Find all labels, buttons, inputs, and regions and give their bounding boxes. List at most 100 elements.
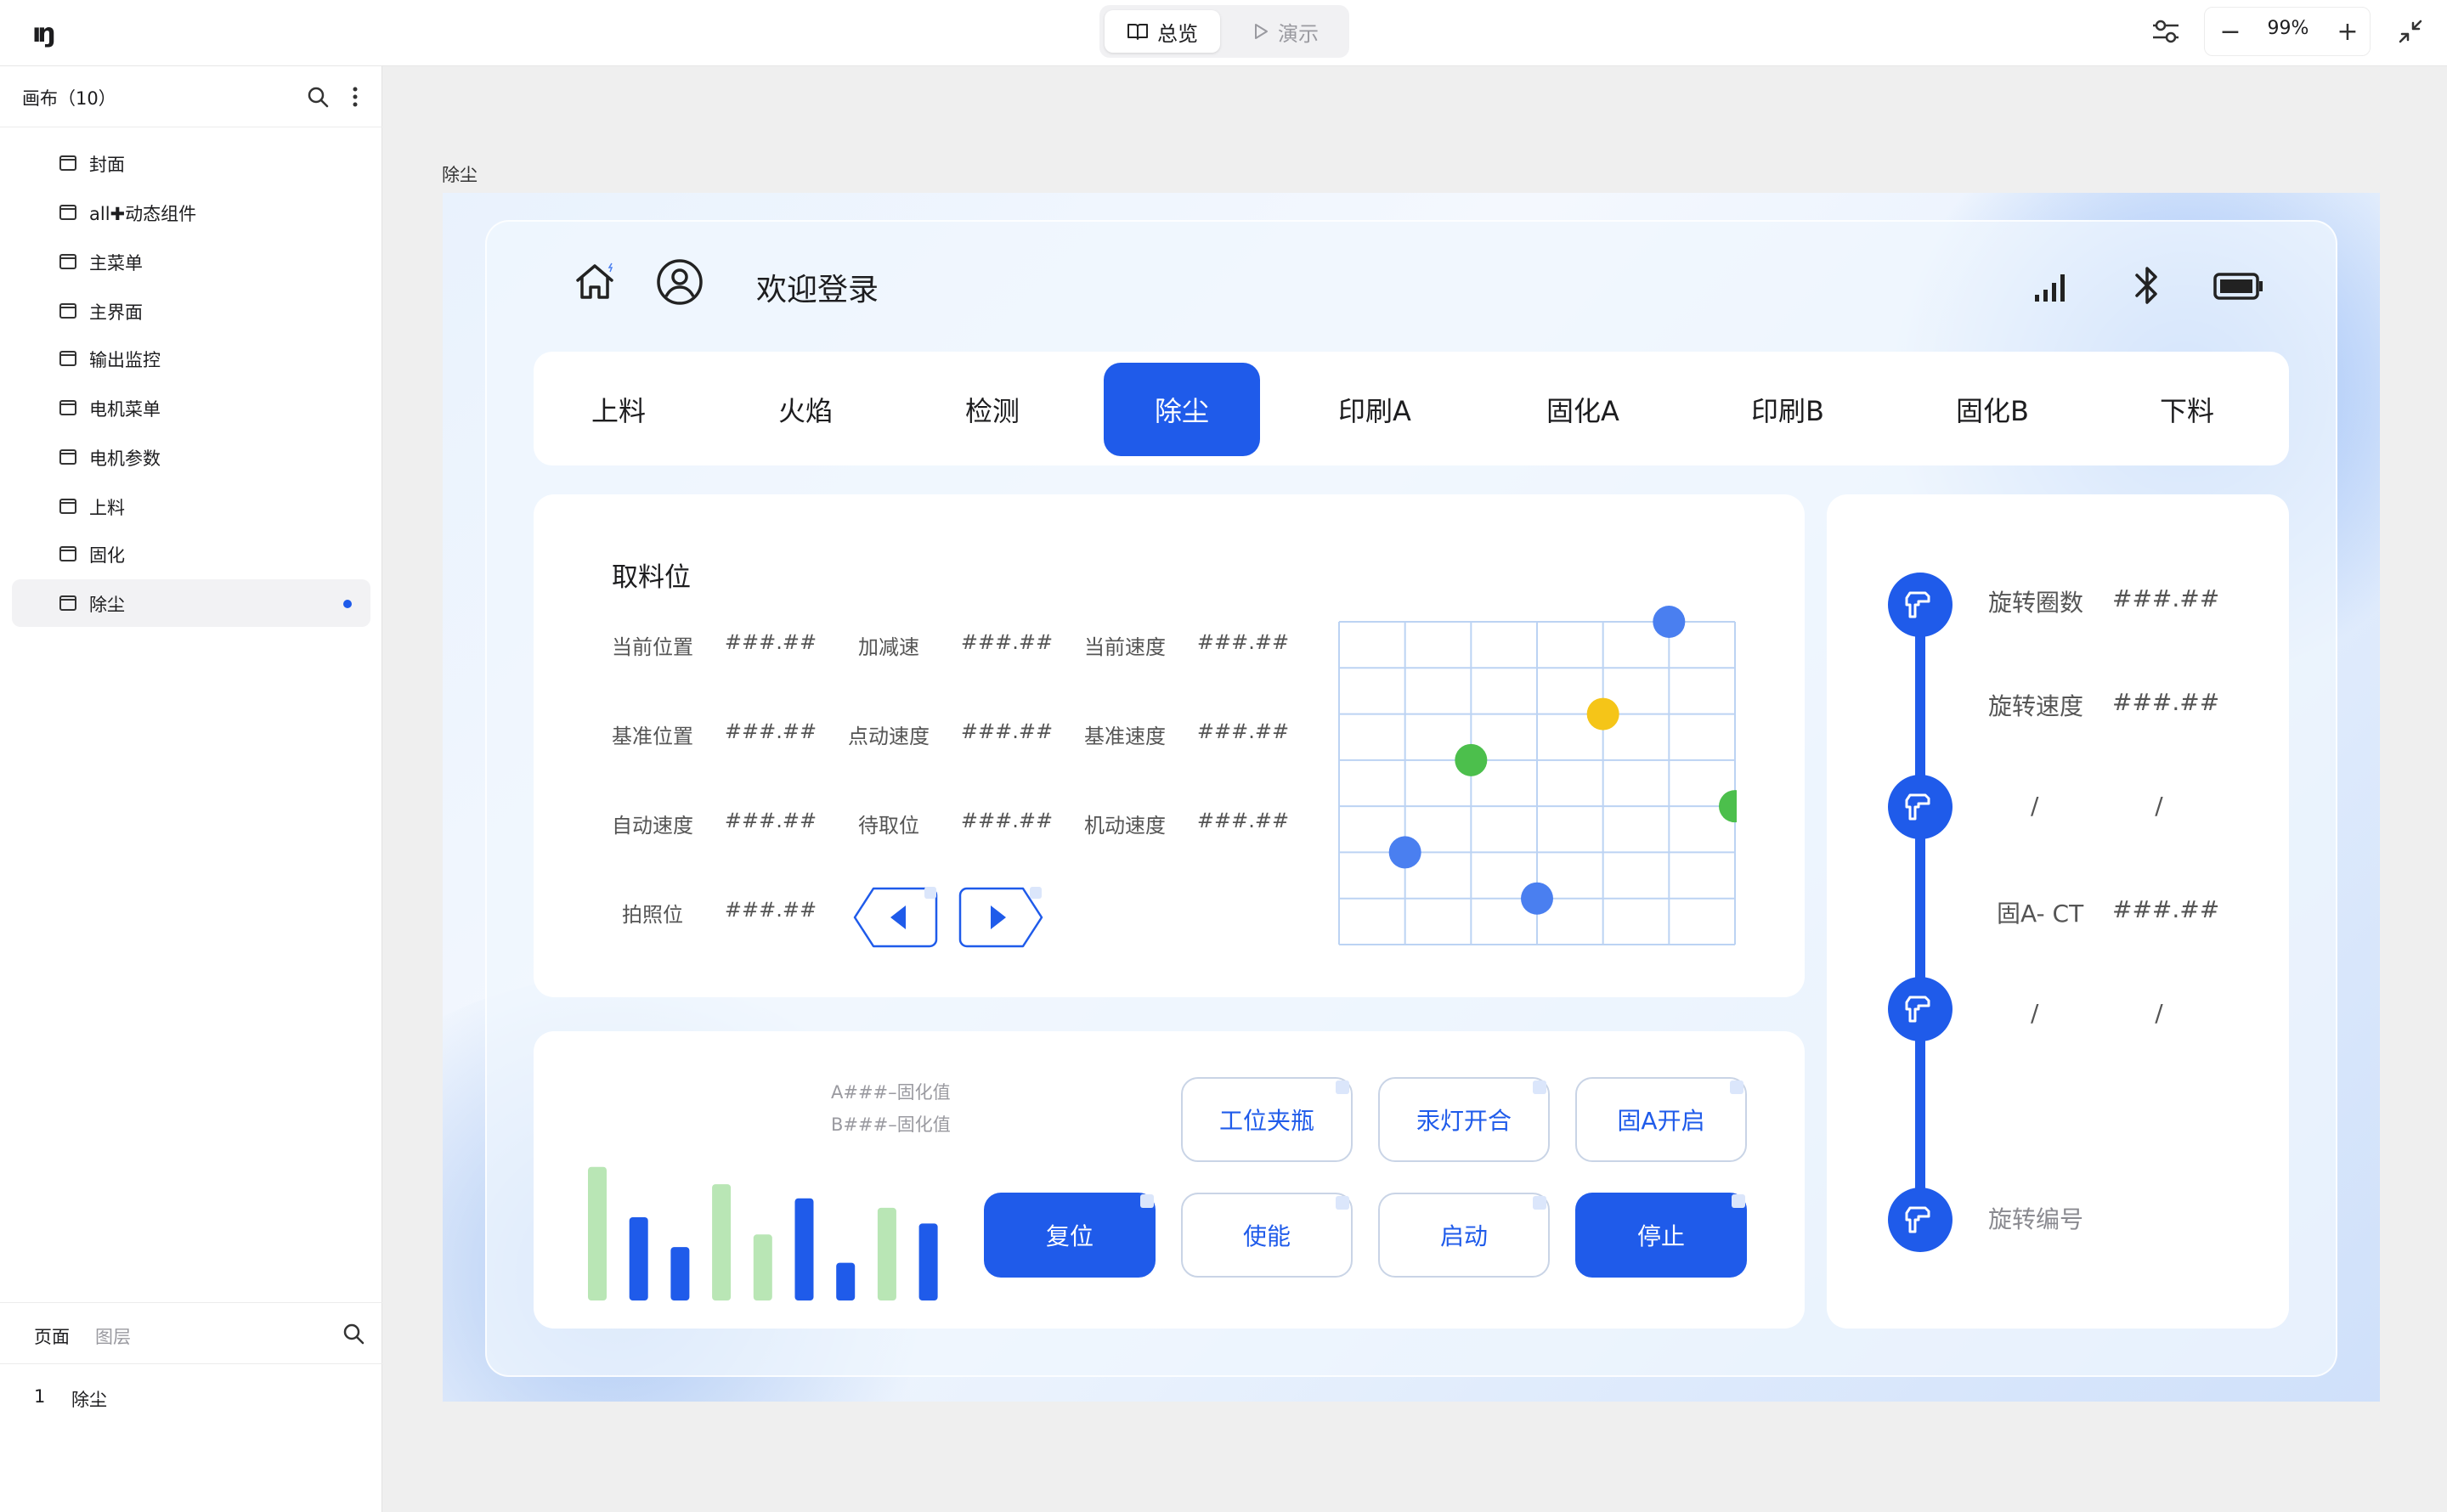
frame-label[interactable]: 除尘 xyxy=(442,161,478,187)
tab-cure-b[interactable]: 固化B xyxy=(1929,363,2056,456)
field-value[interactable]: ###.## xyxy=(724,630,817,654)
home-icon[interactable] xyxy=(569,257,620,307)
mode-present-button[interactable]: 演示 xyxy=(1227,10,1344,53)
field-value[interactable]: ###.## xyxy=(724,809,817,832)
more-vertical-icon[interactable] xyxy=(347,85,364,109)
reset-button[interactable]: 复位 xyxy=(984,1193,1156,1278)
book-icon xyxy=(1127,24,1148,40)
scatter-point[interactable] xyxy=(1586,697,1619,731)
zoom-out-button[interactable]: − xyxy=(2215,16,2246,47)
sidebar-item-label: 除尘 xyxy=(89,595,125,615)
tab-layers[interactable]: 图层 xyxy=(95,1323,131,1349)
battery-icon xyxy=(2212,265,2265,307)
sidebar-item-curing[interactable]: 固化 xyxy=(12,530,370,578)
button-label: 复位 xyxy=(1045,1222,1094,1250)
play-icon xyxy=(1255,24,1268,39)
tab-inspection[interactable]: 检测 xyxy=(933,363,1052,456)
field-value[interactable]: ###.## xyxy=(960,809,1054,832)
search-icon[interactable] xyxy=(342,1322,365,1346)
station-clamp-button[interactable]: 工位夹瓶 xyxy=(1181,1077,1353,1162)
bar xyxy=(794,1198,814,1300)
canvas-count-title: 画布（10） xyxy=(22,88,116,109)
scatter-point[interactable] xyxy=(1388,836,1421,869)
bar xyxy=(712,1184,732,1300)
jog-right-button[interactable] xyxy=(957,885,1045,950)
field-value[interactable]: ###.## xyxy=(1196,630,1290,654)
field-label: 当前位置 xyxy=(612,635,693,659)
page-icon xyxy=(59,155,76,171)
button-label: 使能 xyxy=(1242,1222,1291,1250)
scatter-point[interactable] xyxy=(1653,606,1686,638)
rotation-value[interactable]: / xyxy=(2112,999,2206,1027)
sidebar-item-main-menu[interactable]: 主菜单 xyxy=(12,238,370,285)
scatter-point[interactable] xyxy=(1521,882,1553,915)
rotation-value[interactable]: ###.## xyxy=(2112,895,2219,923)
scatter-point[interactable] xyxy=(1719,790,1737,823)
layer-item-dust-removal[interactable]: 除尘 xyxy=(71,1386,107,1412)
pickup-title: 取料位 xyxy=(612,562,691,593)
sidebar-item-dynamic-components[interactable]: all✚动态组件 xyxy=(12,189,370,236)
start-button[interactable]: 启动 xyxy=(1378,1193,1550,1278)
button-label: 固A开启 xyxy=(1617,1107,1705,1135)
app-logo[interactable]: ıŋ xyxy=(32,19,56,48)
top-toolbar: ıŋ 总览 演示 − 99% + xyxy=(0,0,2447,66)
bar xyxy=(836,1262,856,1300)
search-icon[interactable] xyxy=(306,85,330,109)
tab-loading[interactable]: 上料 xyxy=(559,363,678,456)
drill-node-icon xyxy=(1888,1188,1953,1252)
bolt-badge-icon xyxy=(1336,1196,1349,1210)
field-value[interactable]: ###.## xyxy=(724,898,817,922)
tab-dust-removal[interactable]: 除尘 xyxy=(1104,363,1260,456)
mercury-lamp-button[interactable]: 汞灯开合 xyxy=(1378,1077,1550,1162)
stop-button[interactable]: 停止 xyxy=(1575,1193,1747,1278)
page-icon xyxy=(59,303,76,319)
settings-sliders-icon[interactable] xyxy=(2146,12,2185,51)
rotation-value[interactable]: / xyxy=(2112,792,2206,820)
field-value[interactable]: ###.## xyxy=(724,719,817,743)
sidebar-item-output-monitor[interactable]: 输出监控 xyxy=(12,335,370,382)
zoom-control: − 99% + xyxy=(2204,7,2371,56)
field-value[interactable]: ###.## xyxy=(960,719,1054,743)
tab-flame[interactable]: 火焰 xyxy=(746,363,865,456)
field-value[interactable]: ###.## xyxy=(960,630,1054,654)
rotation-label: / xyxy=(2031,792,2039,820)
bolt-badge-icon xyxy=(1732,1194,1745,1208)
tab-unloading[interactable]: 下料 xyxy=(2128,363,2246,456)
bolt-badge-icon xyxy=(1336,1080,1349,1094)
tab-cure-a[interactable]: 固化A xyxy=(1519,363,1647,456)
sidebar-item-cover[interactable]: 封面 xyxy=(12,139,370,187)
sidebar-item-label: 输出监控 xyxy=(89,350,161,370)
controls-card: A###–固化值 B###–固化值 工位夹瓶 汞灯开合 固A开启 复位 使能 启… xyxy=(534,1031,1805,1329)
tab-print-b[interactable]: 印刷B xyxy=(1724,363,1851,456)
sidebar-item-motor-params[interactable]: 电机参数 xyxy=(12,433,370,481)
drill-node-icon xyxy=(1888,775,1953,839)
collapse-icon[interactable] xyxy=(2391,12,2430,51)
bluetooth-icon[interactable] xyxy=(2126,260,2168,311)
button-label: 汞灯开合 xyxy=(1416,1107,1512,1135)
enable-button[interactable]: 使能 xyxy=(1181,1193,1353,1278)
user-icon[interactable] xyxy=(654,257,705,307)
tab-pages[interactable]: 页面 xyxy=(34,1323,70,1349)
tab-print-a[interactable]: 印刷A xyxy=(1311,363,1438,456)
rotation-label: 旋转圈数 xyxy=(1988,589,2084,617)
button-label: 停止 xyxy=(1636,1222,1685,1250)
sidebar-item-main-screen[interactable]: 主界面 xyxy=(12,287,370,335)
scatter-point[interactable] xyxy=(1455,743,1488,776)
bar xyxy=(629,1216,648,1300)
rotation-value[interactable]: ###.## xyxy=(2112,584,2219,612)
sidebar-item-dust-removal[interactable]: 除尘 xyxy=(12,579,370,627)
bar xyxy=(918,1223,938,1300)
cure-a-on-button[interactable]: 固A开启 xyxy=(1575,1077,1747,1162)
rotation-value[interactable]: ###.## xyxy=(2112,688,2219,716)
mode-overview-button[interactable]: 总览 xyxy=(1105,10,1220,53)
welcome-text: 欢迎登录 xyxy=(756,273,879,307)
signal-icon xyxy=(2031,265,2073,307)
jog-left-button[interactable] xyxy=(851,885,940,950)
zoom-in-button[interactable]: + xyxy=(2332,16,2363,47)
sidebar-item-motor-menu[interactable]: 电机菜单 xyxy=(12,384,370,432)
field-value[interactable]: ###.## xyxy=(1196,719,1290,743)
sidebar-item-label: 上料 xyxy=(89,498,125,518)
field-value[interactable]: ###.## xyxy=(1196,809,1290,832)
zoom-value[interactable]: 99% xyxy=(2256,18,2320,39)
sidebar-item-loading[interactable]: 上料 xyxy=(12,482,370,530)
